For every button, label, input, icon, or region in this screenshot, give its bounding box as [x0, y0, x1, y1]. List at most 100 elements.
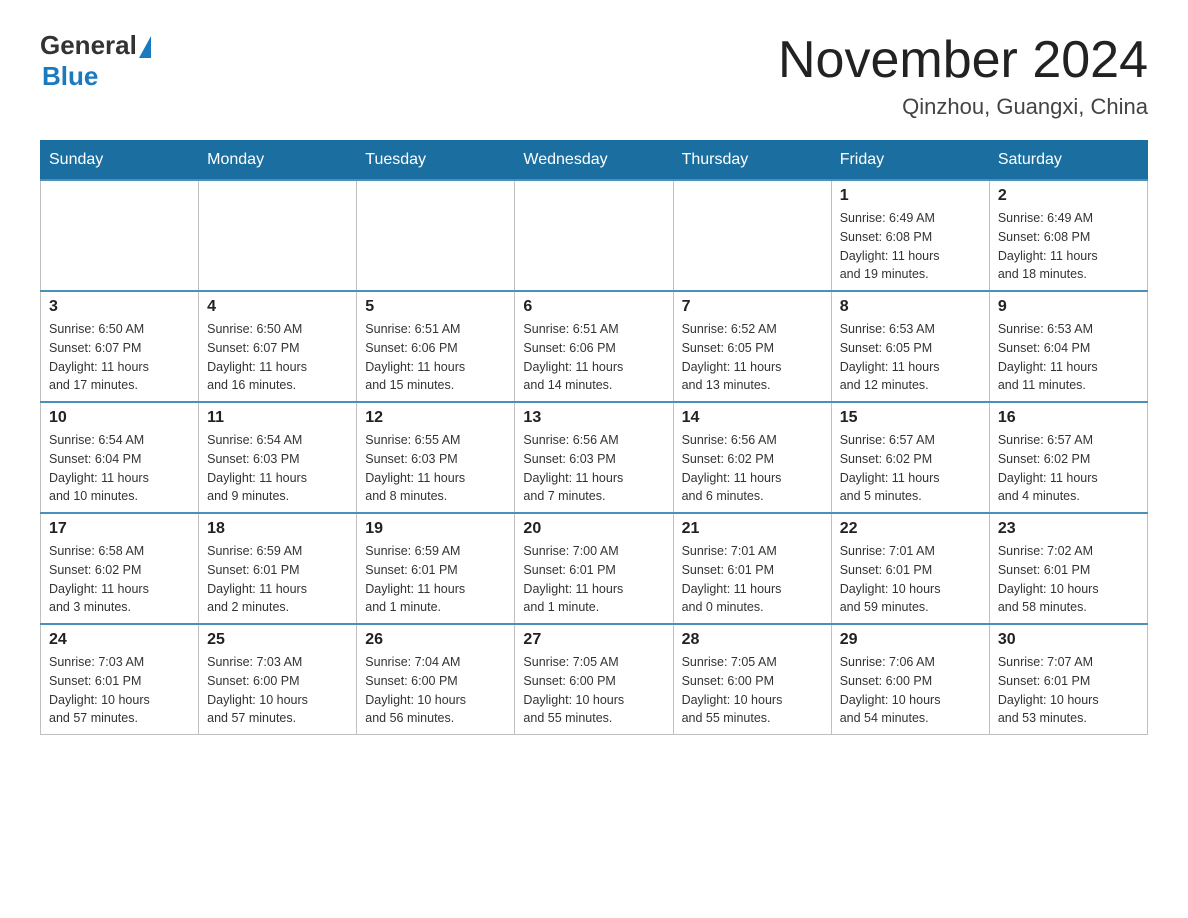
day-info: Sunrise: 6:56 AM Sunset: 6:02 PM Dayligh… — [682, 431, 823, 506]
day-info: Sunrise: 6:53 AM Sunset: 6:05 PM Dayligh… — [840, 320, 981, 395]
calendar-cell: 19 Sunrise: 6:59 AM Sunset: 6:01 PM Dayli… — [357, 513, 515, 624]
logo-triangle-icon — [139, 36, 151, 58]
day-number: 1 — [840, 187, 981, 205]
calendar-cell — [515, 180, 673, 291]
calendar-cell: 7 Sunrise: 6:52 AM Sunset: 6:05 PM Daylig… — [673, 291, 831, 402]
weekday-header-friday: Friday — [831, 141, 989, 181]
day-number: 28 — [682, 631, 823, 649]
day-info: Sunrise: 6:52 AM Sunset: 6:05 PM Dayligh… — [682, 320, 823, 395]
weekday-header-sunday: Sunday — [41, 141, 199, 181]
calendar-cell: 17 Sunrise: 6:58 AM Sunset: 6:02 PM Dayli… — [41, 513, 199, 624]
day-number: 2 — [998, 187, 1139, 205]
week-row-5: 24Sunrise: 7:03 AM Sunset: 6:01 PM Dayli… — [41, 624, 1148, 735]
calendar-cell: 27 Sunrise: 7:05 AM Sunset: 6:00 PM Dayli… — [515, 624, 673, 735]
calendar-cell: 25 Sunrise: 7:03 AM Sunset: 6:00 PM Dayli… — [199, 624, 357, 735]
calendar-cell: 23 Sunrise: 7:02 AM Sunset: 6:01 PM Dayli… — [989, 513, 1147, 624]
calendar-cell: 5Sunrise: 6:51 AM Sunset: 6:06 PM Daylig… — [357, 291, 515, 402]
calendar-cell — [673, 180, 831, 291]
calendar-cell: 4Sunrise: 6:50 AM Sunset: 6:07 PM Daylig… — [199, 291, 357, 402]
calendar-cell: 20 Sunrise: 7:00 AM Sunset: 6:01 PM Dayli… — [515, 513, 673, 624]
weekday-header-saturday: Saturday — [989, 141, 1147, 181]
calendar-title: November 2024 — [778, 30, 1148, 90]
day-number: 5 — [365, 298, 506, 316]
calendar-cell: 26Sunrise: 7:04 AM Sunset: 6:00 PM Dayli… — [357, 624, 515, 735]
calendar-cell — [199, 180, 357, 291]
day-number: 16 — [998, 409, 1139, 427]
day-info: Sunrise: 6:59 AM Sunset: 6:01 PM Dayligh… — [365, 542, 506, 617]
day-number: 21 — [682, 520, 823, 538]
logo-blue-text: Blue — [42, 61, 98, 92]
day-info: Sunrise: 7:07 AM Sunset: 6:01 PM Dayligh… — [998, 653, 1139, 728]
day-info: Sunrise: 6:56 AM Sunset: 6:03 PM Dayligh… — [523, 431, 664, 506]
day-info: Sunrise: 7:02 AM Sunset: 6:01 PM Dayligh… — [998, 542, 1139, 617]
day-info: Sunrise: 7:05 AM Sunset: 6:00 PM Dayligh… — [682, 653, 823, 728]
weekday-header-row: SundayMondayTuesdayWednesdayThursdayFrid… — [41, 141, 1148, 181]
calendar-cell: 12Sunrise: 6:55 AM Sunset: 6:03 PM Dayli… — [357, 402, 515, 513]
weekday-header-monday: Monday — [199, 141, 357, 181]
day-number: 17 — [49, 520, 190, 538]
weekday-header-wednesday: Wednesday — [515, 141, 673, 181]
calendar-cell: 16 Sunrise: 6:57 AM Sunset: 6:02 PM Dayli… — [989, 402, 1147, 513]
calendar-cell: 30 Sunrise: 7:07 AM Sunset: 6:01 PM Dayli… — [989, 624, 1147, 735]
weekday-header-tuesday: Tuesday — [357, 141, 515, 181]
day-number: 13 — [523, 409, 664, 427]
day-number: 23 — [998, 520, 1139, 538]
calendar-cell: 1Sunrise: 6:49 AM Sunset: 6:08 PM Daylig… — [831, 180, 989, 291]
day-info: Sunrise: 6:58 AM Sunset: 6:02 PM Dayligh… — [49, 542, 190, 617]
day-info: Sunrise: 6:50 AM Sunset: 6:07 PM Dayligh… — [49, 320, 190, 395]
day-number: 12 — [365, 409, 506, 427]
day-info: Sunrise: 6:57 AM Sunset: 6:02 PM Dayligh… — [998, 431, 1139, 506]
day-info: Sunrise: 6:51 AM Sunset: 6:06 PM Dayligh… — [523, 320, 664, 395]
day-info: Sunrise: 6:57 AM Sunset: 6:02 PM Dayligh… — [840, 431, 981, 506]
calendar-cell: 2 Sunrise: 6:49 AM Sunset: 6:08 PM Daylig… — [989, 180, 1147, 291]
day-info: Sunrise: 7:01 AM Sunset: 6:01 PM Dayligh… — [682, 542, 823, 617]
day-number: 27 — [523, 631, 664, 649]
day-number: 3 — [49, 298, 190, 316]
title-area: November 2024 Qinzhou, Guangxi, China — [778, 30, 1148, 120]
day-number: 15 — [840, 409, 981, 427]
calendar-cell: 18Sunrise: 6:59 AM Sunset: 6:01 PM Dayli… — [199, 513, 357, 624]
day-info: Sunrise: 6:53 AM Sunset: 6:04 PM Dayligh… — [998, 320, 1139, 395]
calendar-cell: 14Sunrise: 6:56 AM Sunset: 6:02 PM Dayli… — [673, 402, 831, 513]
day-number: 4 — [207, 298, 348, 316]
weekday-header-thursday: Thursday — [673, 141, 831, 181]
day-info: Sunrise: 7:00 AM Sunset: 6:01 PM Dayligh… — [523, 542, 664, 617]
calendar-cell: 21 Sunrise: 7:01 AM Sunset: 6:01 PM Dayli… — [673, 513, 831, 624]
calendar-cell: 3 Sunrise: 6:50 AM Sunset: 6:07 PM Daylig… — [41, 291, 199, 402]
calendar-cell: 6 Sunrise: 6:51 AM Sunset: 6:06 PM Daylig… — [515, 291, 673, 402]
day-number: 30 — [998, 631, 1139, 649]
calendar-cell: 13 Sunrise: 6:56 AM Sunset: 6:03 PM Dayli… — [515, 402, 673, 513]
calendar-cell: 10 Sunrise: 6:54 AM Sunset: 6:04 PM Dayli… — [41, 402, 199, 513]
calendar-cell: 15 Sunrise: 6:57 AM Sunset: 6:02 PM Dayli… — [831, 402, 989, 513]
calendar-cell: 28 Sunrise: 7:05 AM Sunset: 6:00 PM Dayli… — [673, 624, 831, 735]
day-number: 25 — [207, 631, 348, 649]
day-number: 9 — [998, 298, 1139, 316]
calendar-cell: 24Sunrise: 7:03 AM Sunset: 6:01 PM Dayli… — [41, 624, 199, 735]
day-info: Sunrise: 7:05 AM Sunset: 6:00 PM Dayligh… — [523, 653, 664, 728]
day-info: Sunrise: 7:03 AM Sunset: 6:00 PM Dayligh… — [207, 653, 348, 728]
logo-general-text: General — [40, 30, 137, 61]
day-number: 29 — [840, 631, 981, 649]
day-number: 22 — [840, 520, 981, 538]
page-header: General Blue November 2024 Qinzhou, Guan… — [40, 30, 1148, 120]
calendar-cell: 9 Sunrise: 6:53 AM Sunset: 6:04 PM Daylig… — [989, 291, 1147, 402]
day-info: Sunrise: 6:54 AM Sunset: 6:04 PM Dayligh… — [49, 431, 190, 506]
day-info: Sunrise: 6:59 AM Sunset: 6:01 PM Dayligh… — [207, 542, 348, 617]
calendar-subtitle: Qinzhou, Guangxi, China — [778, 94, 1148, 120]
day-number: 6 — [523, 298, 664, 316]
day-number: 19 — [365, 520, 506, 538]
calendar-cell: 22Sunrise: 7:01 AM Sunset: 6:01 PM Dayli… — [831, 513, 989, 624]
day-number: 7 — [682, 298, 823, 316]
calendar-cell — [357, 180, 515, 291]
day-info: Sunrise: 6:49 AM Sunset: 6:08 PM Dayligh… — [998, 209, 1139, 284]
day-number: 20 — [523, 520, 664, 538]
day-number: 11 — [207, 409, 348, 427]
week-row-2: 3 Sunrise: 6:50 AM Sunset: 6:07 PM Daylig… — [41, 291, 1148, 402]
week-row-3: 10 Sunrise: 6:54 AM Sunset: 6:04 PM Dayli… — [41, 402, 1148, 513]
calendar-cell: 11Sunrise: 6:54 AM Sunset: 6:03 PM Dayli… — [199, 402, 357, 513]
day-number: 24 — [49, 631, 190, 649]
day-info: Sunrise: 7:06 AM Sunset: 6:00 PM Dayligh… — [840, 653, 981, 728]
day-number: 26 — [365, 631, 506, 649]
week-row-1: 1 Sunrise: 6:49 AM Sunset: 6:08 PM Daylig… — [41, 180, 1148, 291]
day-number: 10 — [49, 409, 190, 427]
